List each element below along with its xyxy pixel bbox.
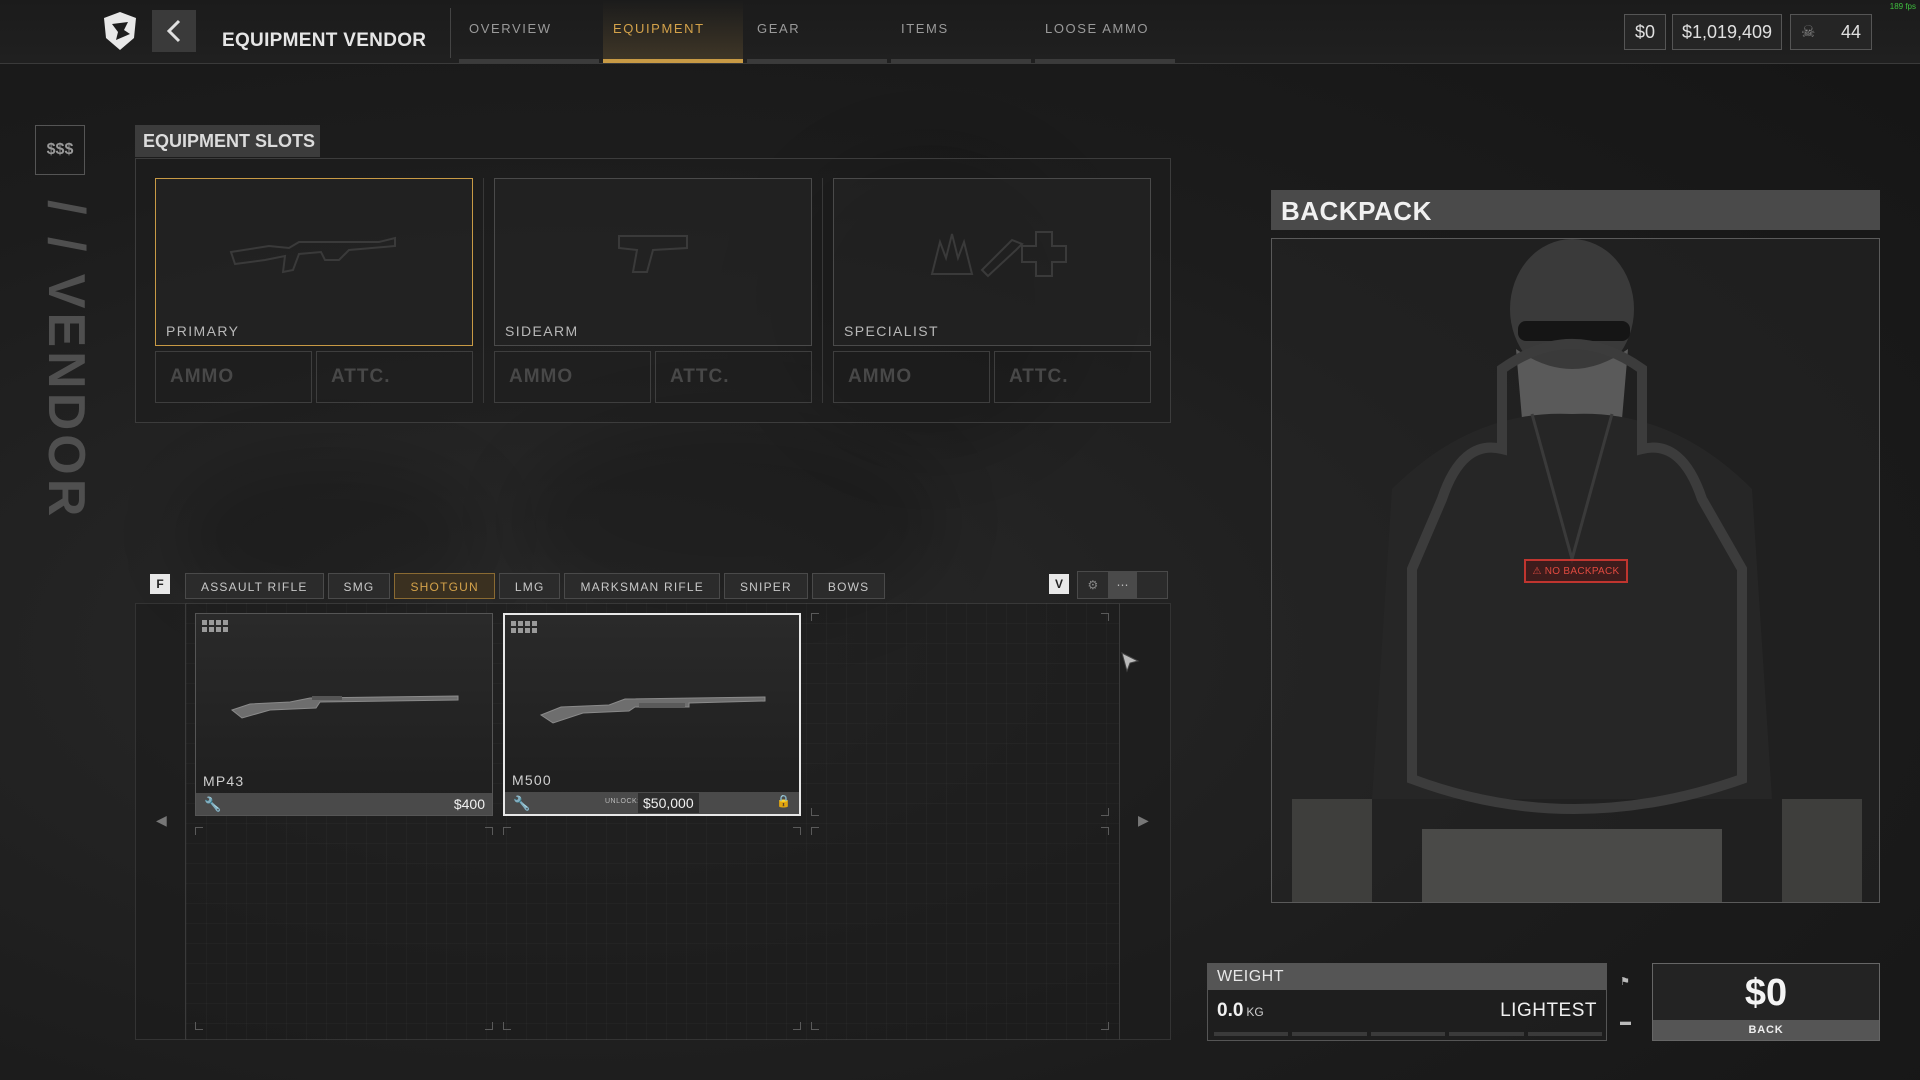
weight-value: 0.0 KG xyxy=(1217,1000,1264,1022)
slot-primary-attachments[interactable]: ATTC. xyxy=(316,351,473,403)
pistol-silhouette-icon xyxy=(618,234,688,273)
slot-label: SPECIALIST xyxy=(844,323,939,339)
top-bar: EQUIPMENT VENDOR OVERVIEW EQUIPMENT GEAR… xyxy=(0,0,1920,64)
side-icons: ⚑ ▬ xyxy=(1620,975,1638,1028)
mouse-cursor-icon xyxy=(1121,652,1140,673)
empty-item-slot xyxy=(811,827,1109,1030)
grid-view-icon[interactable]: ⋯ xyxy=(1107,572,1138,598)
empty-item-slot xyxy=(195,827,493,1030)
tab-loose-ammo[interactable]: LOOSE AMMO xyxy=(1035,0,1175,63)
slot-specialist-attachments[interactable]: ATTC. xyxy=(994,351,1151,403)
slot-sidearm-attachments[interactable]: ATTC. xyxy=(655,351,812,403)
grid-size-icon xyxy=(511,621,537,633)
filter-smg[interactable]: SMG xyxy=(327,573,391,599)
value-amount: $0 xyxy=(1744,972,1788,1014)
slot-specialist[interactable]: SPECIALIST xyxy=(833,178,1151,346)
slot-sidearm-ammo[interactable]: AMMO xyxy=(494,351,651,403)
warning-icon: ⚠ xyxy=(1532,565,1542,577)
slot-primary-ammo[interactable]: AMMO xyxy=(155,351,312,403)
tab-overview[interactable]: OVERVIEW xyxy=(459,0,599,63)
tab-bar: OVERVIEW EQUIPMENT GEAR ITEMS LOOSE AMMO xyxy=(459,0,1175,63)
next-filter-key[interactable]: V xyxy=(1049,574,1069,594)
unlock-label: UNLOCK: xyxy=(605,798,640,805)
equipment-slots-header: EQUIPMENT SLOTS xyxy=(135,125,320,157)
item-footer: 🔧 $400 xyxy=(196,793,492,815)
money-icon[interactable]: $$$ xyxy=(35,125,85,175)
scroll-left-icon[interactable]: ◀ xyxy=(156,812,167,829)
tab-gear[interactable]: GEAR xyxy=(747,0,887,63)
money-balance: $1,019,409 xyxy=(1672,14,1782,50)
shotgun-image xyxy=(230,695,459,719)
slot-label: PRIMARY xyxy=(166,323,240,339)
slot-primary[interactable]: PRIMARY xyxy=(155,178,473,346)
fps-counter: 189 fps xyxy=(1889,2,1916,11)
chevron-left-icon xyxy=(166,19,181,43)
item-card-m500[interactable]: M500 🔧 UNLOCK: $50,000 🔒 xyxy=(503,613,801,816)
weight-class: LIGHTEST xyxy=(1500,1000,1597,1021)
list-view-icon[interactable] xyxy=(1137,572,1167,598)
level-value: 44 xyxy=(1840,21,1861,42)
weight-bar xyxy=(1214,1032,1603,1036)
item-name: MP43 xyxy=(203,773,245,789)
game-logo-icon xyxy=(100,10,140,52)
filter-assault-rifle[interactable]: ASSAULT RIFLE xyxy=(185,573,324,599)
gear-view-icon[interactable]: ⚙ xyxy=(1078,572,1108,598)
unlock-price: $50,000 xyxy=(638,793,699,813)
secondary-currency: $0 xyxy=(1624,14,1666,50)
weight-unit: KG xyxy=(1246,1005,1264,1019)
prev-filter-key[interactable]: F xyxy=(150,574,170,594)
backpack-header: BACKPACK xyxy=(1271,190,1880,230)
slot-specialist-ammo[interactable]: AMMO xyxy=(833,351,990,403)
no-backpack-warning: ⚠ NO BACKPACK xyxy=(1524,559,1628,583)
rifle-silhouette-icon xyxy=(229,236,396,273)
filter-marksman-rifle[interactable]: MARKSMAN RIFLE xyxy=(564,573,720,599)
back-button[interactable] xyxy=(152,10,196,52)
vendor-vertical-label: / / VENDOR xyxy=(37,200,95,521)
filter-lmg[interactable]: LMG xyxy=(498,573,561,599)
value-panel[interactable]: $0 BACK xyxy=(1652,963,1880,1041)
slot-label: SIDEARM xyxy=(505,323,579,339)
filter-shotgun[interactable]: SHOTGUN xyxy=(394,573,495,599)
empty-item-slot xyxy=(811,613,1109,816)
item-footer: 🔧 UNLOCK: $50,000 🔒 xyxy=(505,792,799,814)
weight-number: 0.0 xyxy=(1217,1000,1244,1021)
item-name: M500 xyxy=(512,772,552,788)
empty-item-slot xyxy=(503,827,801,1030)
tab-items[interactable]: ITEMS xyxy=(891,0,1031,63)
scroll-right-icon[interactable]: ▶ xyxy=(1138,812,1149,829)
warning-text: NO BACKPACK xyxy=(1544,565,1620,577)
shotgun-image xyxy=(539,696,766,724)
view-toggle[interactable]: ⚙ ⋯ xyxy=(1077,571,1168,599)
flag-icon: ⚑ xyxy=(1620,976,1630,988)
divider xyxy=(450,8,451,58)
skull-icon: ☠ xyxy=(1801,24,1816,41)
weapon-filter-bar: ASSAULT RIFLE SMG SHOTGUN LMG MARKSMAN R… xyxy=(185,573,886,599)
player-level: ☠ 44 xyxy=(1790,14,1872,50)
divider xyxy=(822,178,823,403)
filter-sniper[interactable]: SNIPER xyxy=(723,573,808,599)
weight-panel: WEIGHT 0.0 KG LIGHTEST xyxy=(1207,963,1607,1041)
specialist-silhouette-icon xyxy=(930,230,1067,278)
item-card-mp43[interactable]: MP43 🔧 $400 xyxy=(195,613,493,816)
card-icon: ▬ xyxy=(1620,1016,1631,1028)
filter-bows[interactable]: BOWS xyxy=(811,573,886,599)
value-footer: BACK xyxy=(1653,1020,1879,1040)
page-title: EQUIPMENT VENDOR xyxy=(222,30,427,51)
slot-sidearm[interactable]: SIDEARM xyxy=(494,178,812,346)
item-price: $400 xyxy=(453,796,485,812)
divider xyxy=(483,178,484,403)
wrench-icon: 🔧 xyxy=(513,795,531,811)
grid-size-icon xyxy=(202,620,228,632)
tab-equipment[interactable]: EQUIPMENT xyxy=(603,0,743,63)
wrench-icon: 🔧 xyxy=(204,796,222,812)
lock-icon: 🔒 xyxy=(776,794,791,808)
weight-header: WEIGHT xyxy=(1208,964,1606,990)
